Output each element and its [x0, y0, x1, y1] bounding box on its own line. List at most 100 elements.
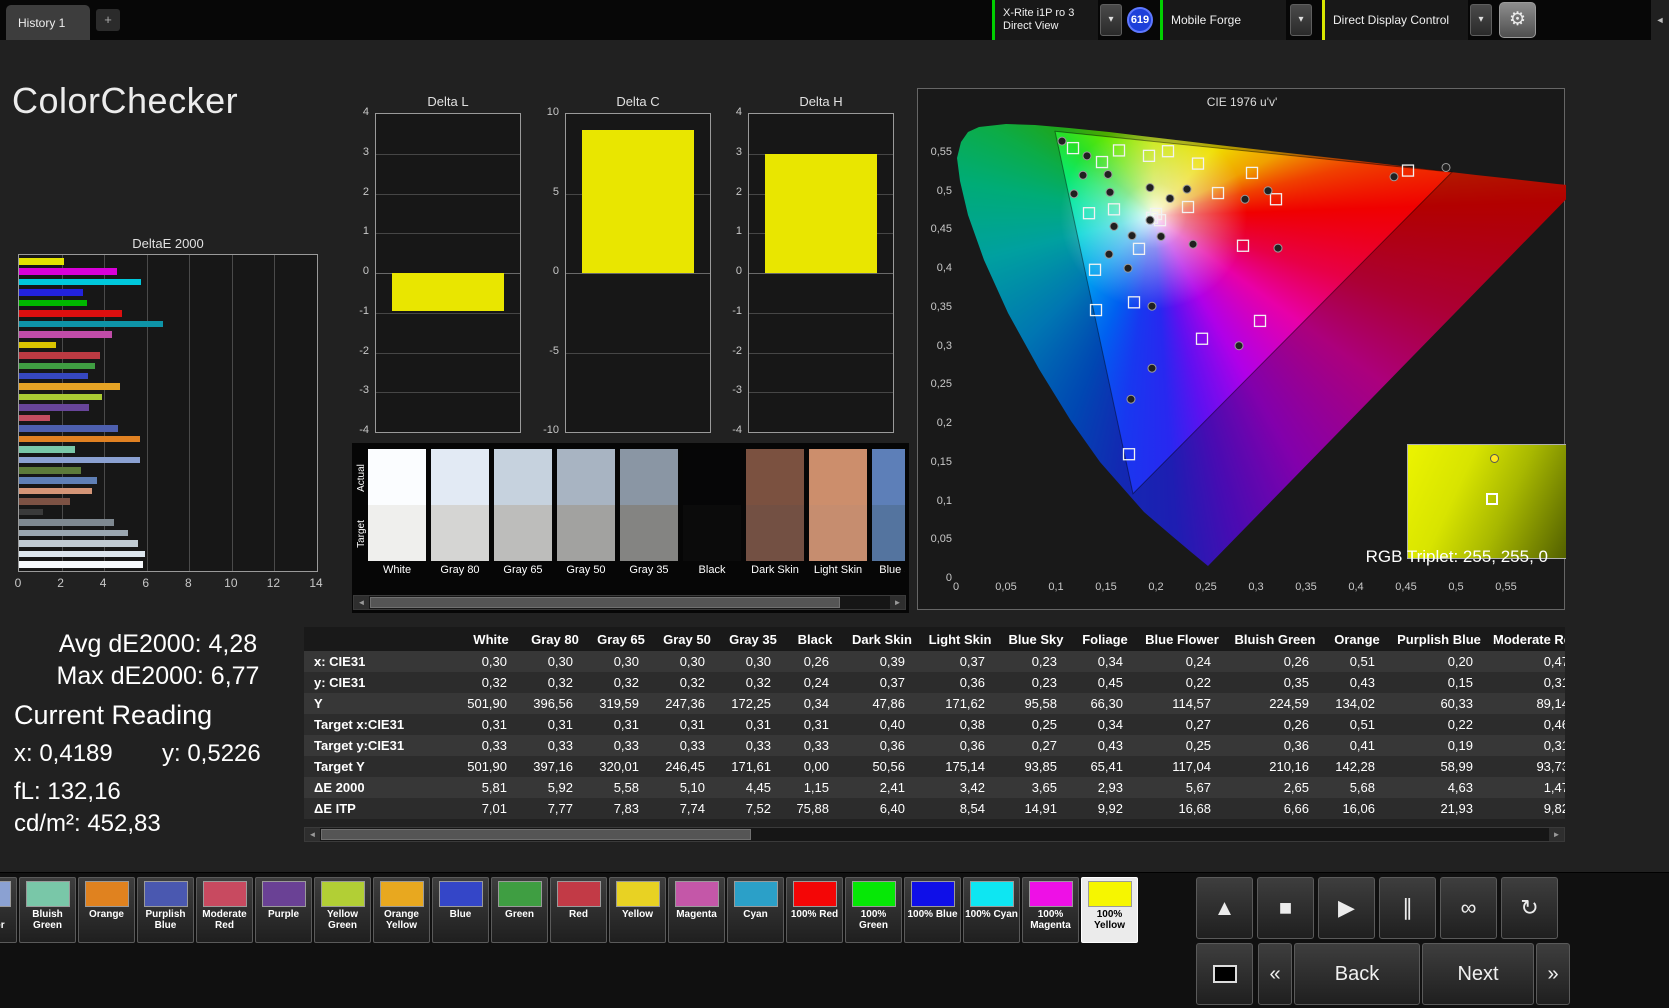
- panel-collapse-button[interactable]: ◄: [1651, 0, 1669, 40]
- table-cell: 0,26: [1226, 714, 1324, 735]
- new-tab-button[interactable]: +: [96, 9, 120, 31]
- table-cell: 5,92: [522, 777, 588, 798]
- patch-button-orange[interactable]: Orange: [78, 877, 135, 943]
- swatch-label: White: [382, 564, 412, 576]
- patch-button-100-magenta[interactable]: 100% Magenta: [1022, 877, 1079, 943]
- back-chevron-button[interactable]: «: [1258, 943, 1292, 1005]
- patch-button-100-blue[interactable]: 100% Blue: [904, 877, 961, 943]
- deltae-bar-purplish-blue: [19, 425, 118, 432]
- window-mode-button[interactable]: [1196, 943, 1253, 1005]
- table-cell: 2,65: [1226, 777, 1324, 798]
- swatch-actual: [872, 449, 905, 505]
- swatch-scrollbar-thumb[interactable]: [370, 597, 840, 608]
- patch-button-100-yellow[interactable]: 100% Yellow: [1081, 877, 1138, 943]
- patch-button-yellow-green[interactable]: Yellow Green: [314, 877, 371, 943]
- patch-button-yellow[interactable]: Yellow: [609, 877, 666, 943]
- swatch-actual: [494, 449, 552, 505]
- meter-direct-display-control-dropdown[interactable]: ▾: [1470, 4, 1492, 36]
- transport-play-button[interactable]: ▶: [1318, 877, 1375, 939]
- meter-direct-display-control[interactable]: Direct Display Control: [1322, 0, 1468, 40]
- table-cell: 0,20: [1390, 651, 1488, 672]
- meter-x-rite-name: X-Rite i1P ro 3: [1003, 7, 1075, 19]
- table-cell: 0,32: [720, 672, 786, 693]
- chevron-down-icon: ▾: [1108, 14, 1114, 25]
- scroll-left-icon[interactable]: ◄: [305, 828, 320, 841]
- transport-refresh-button[interactable]: ↻: [1501, 877, 1558, 939]
- table-cell: 7,74: [654, 798, 720, 819]
- patch-swatch: [320, 881, 365, 907]
- patch-button-orange-yellow[interactable]: Orange Yellow: [373, 877, 430, 943]
- delta-l-tick-label: -3: [359, 384, 369, 397]
- patch-button-magenta[interactable]: Magenta: [668, 877, 725, 943]
- table-cell: 21,93: [1390, 798, 1488, 819]
- table-header-white: White: [460, 627, 522, 651]
- patch-swatch: [25, 881, 70, 907]
- patch-button-blue-flower[interactable]: Blue Flower: [0, 877, 17, 943]
- swatch-light-skin: Light Skin: [809, 449, 867, 577]
- table-scrollbar[interactable]: ◄ ►: [304, 827, 1565, 842]
- tab-history-1[interactable]: History 1: [6, 5, 90, 40]
- patch-label: 100% Red: [790, 909, 839, 920]
- table-cell: 0,41: [1324, 735, 1390, 756]
- patch-button-blue[interactable]: Blue: [432, 877, 489, 943]
- deltae-gridline: [231, 255, 233, 571]
- delta-c-title: Delta C: [616, 94, 660, 109]
- table-cell: 9,92: [1072, 798, 1138, 819]
- table-header-gray-50: Gray 50: [654, 627, 720, 651]
- table-row-e-itp: ΔE ITP 7,01 7,77 7,83 7,74 7,52 75,88 6,40 8,54 1…: [304, 798, 1565, 819]
- swatch-label: Blue Sky: [879, 564, 905, 576]
- next-button[interactable]: Next: [1422, 943, 1534, 1005]
- cie-measured-point: [1188, 239, 1198, 249]
- swatch-actual: [683, 449, 741, 505]
- cie-target-point: [1142, 149, 1156, 162]
- table-scrollbar-thumb[interactable]: [321, 829, 751, 840]
- transport-pause-button[interactable]: ∥: [1379, 877, 1436, 939]
- cie-measured-point: [1156, 231, 1166, 241]
- meter-x-rite[interactable]: X-Rite i1P ro 3 Direct View: [992, 0, 1098, 40]
- patch-button-purplish-blue[interactable]: Purplish Blue: [137, 877, 194, 943]
- table-cell: 0,27: [1138, 714, 1226, 735]
- scroll-right-icon[interactable]: ►: [890, 596, 905, 609]
- patch-swatch: [143, 881, 188, 907]
- settings-button[interactable]: ⚙: [1499, 2, 1536, 38]
- table-cell: 0,32: [588, 672, 654, 693]
- table-cell: 320,01: [588, 756, 654, 777]
- patch-button-bluish-green[interactable]: Bluish Green: [19, 877, 76, 943]
- back-button[interactable]: Back: [1294, 943, 1420, 1005]
- patch-button-100-red[interactable]: 100% Red: [786, 877, 843, 943]
- patch-button-100-green[interactable]: 100% Green: [845, 877, 902, 943]
- delta-l-tick-label: 2: [362, 185, 369, 198]
- table-cell: 0,22: [1390, 714, 1488, 735]
- table-cell: 0,31: [522, 714, 588, 735]
- transport-continuous-button[interactable]: ∞: [1440, 877, 1497, 939]
- patch-button-moderate-red[interactable]: Moderate Red: [196, 877, 253, 943]
- patch-label: Blue Flower: [0, 920, 5, 931]
- patch-swatch: [497, 881, 542, 907]
- patch-button-red[interactable]: Red: [550, 877, 607, 943]
- table-cell: 14,91: [1000, 798, 1072, 819]
- patch-button-cyan[interactable]: Cyan: [727, 877, 784, 943]
- table-row-e-2000: ΔE 2000 5,81 5,92 5,58 5,10 4,45 1,15 2,41 3,42 3…: [304, 777, 1565, 798]
- swatch-scrollbar[interactable]: ◄ ►: [353, 595, 906, 610]
- table-cell: 0,47: [1488, 651, 1565, 672]
- deltae-bar-gray-80: [19, 550, 145, 558]
- table-header-gray-80: Gray 80: [522, 627, 588, 651]
- patch-button-purple[interactable]: Purple: [255, 877, 312, 943]
- table-cell: 7,77: [522, 798, 588, 819]
- meter-mobile-forge-dropdown[interactable]: ▾: [1290, 4, 1312, 36]
- cie-ytick-label: 0,5: [936, 184, 952, 197]
- deltae-xtick-label: 14: [309, 576, 323, 590]
- transport-eject-button[interactable]: ▲: [1196, 877, 1253, 939]
- table-cell: 134,02: [1324, 693, 1390, 714]
- transport-stop-button[interactable]: ■: [1257, 877, 1314, 939]
- patch-button-100-cyan[interactable]: 100% Cyan: [963, 877, 1020, 943]
- table-row-label: ΔE ITP: [304, 798, 460, 819]
- next-chevron-button[interactable]: »: [1536, 943, 1570, 1005]
- patch-label: Blue: [449, 909, 472, 920]
- meter-mobile-forge[interactable]: Mobile Forge: [1160, 0, 1286, 40]
- scroll-left-icon[interactable]: ◄: [354, 596, 369, 609]
- current-x-reading: x: 0,4189: [14, 740, 113, 767]
- meter-x-rite-dropdown[interactable]: ▾: [1100, 4, 1122, 36]
- patch-button-green[interactable]: Green: [491, 877, 548, 943]
- scroll-right-icon[interactable]: ►: [1549, 828, 1564, 841]
